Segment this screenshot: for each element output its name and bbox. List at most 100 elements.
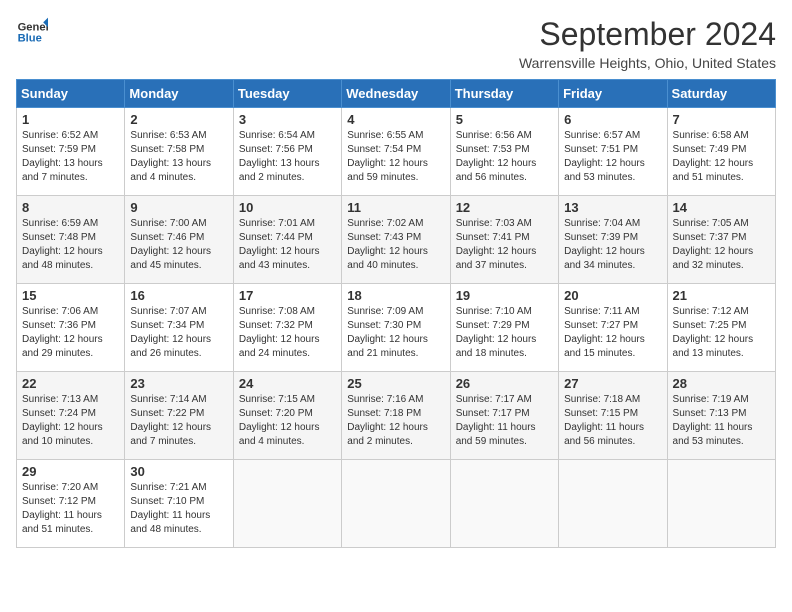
day-info: Sunrise: 6:53 AMSunset: 7:58 PMDaylight:… bbox=[130, 129, 227, 185]
calendar-cell bbox=[450, 460, 558, 548]
calendar-cell: 6 Sunrise: 6:57 AMSunset: 7:51 PMDaylight… bbox=[559, 108, 667, 196]
day-info: Sunrise: 7:17 AMSunset: 7:17 PMDaylight:… bbox=[456, 393, 553, 449]
day-info: Sunrise: 7:18 AMSunset: 7:15 PMDaylight:… bbox=[564, 393, 661, 449]
day-number: 26 bbox=[456, 376, 553, 391]
day-info: Sunrise: 7:21 AMSunset: 7:10 PMDaylight:… bbox=[130, 481, 227, 537]
calendar-table: SundayMondayTuesdayWednesdayThursdayFrid… bbox=[16, 79, 776, 548]
day-number: 7 bbox=[673, 112, 770, 127]
logo: General Blue bbox=[16, 16, 48, 48]
day-info: Sunrise: 7:16 AMSunset: 7:18 PMDaylight:… bbox=[347, 393, 444, 449]
day-number: 29 bbox=[22, 464, 119, 479]
day-info: Sunrise: 6:55 AMSunset: 7:54 PMDaylight:… bbox=[347, 129, 444, 185]
calendar-week-row: 22 Sunrise: 7:13 AMSunset: 7:24 PMDayligh… bbox=[17, 372, 776, 460]
calendar-cell: 30 Sunrise: 7:21 AMSunset: 7:10 PMDayligh… bbox=[125, 460, 233, 548]
calendar-cell: 16 Sunrise: 7:07 AMSunset: 7:34 PMDayligh… bbox=[125, 284, 233, 372]
calendar-week-row: 8 Sunrise: 6:59 AMSunset: 7:48 PMDaylight… bbox=[17, 196, 776, 284]
location-title: Warrensville Heights, Ohio, United State… bbox=[519, 55, 776, 71]
day-info: Sunrise: 7:19 AMSunset: 7:13 PMDaylight:… bbox=[673, 393, 770, 449]
logo-icon: General Blue bbox=[16, 16, 48, 48]
calendar-cell: 18 Sunrise: 7:09 AMSunset: 7:30 PMDayligh… bbox=[342, 284, 450, 372]
calendar-cell: 8 Sunrise: 6:59 AMSunset: 7:48 PMDaylight… bbox=[17, 196, 125, 284]
calendar-cell: 26 Sunrise: 7:17 AMSunset: 7:17 PMDayligh… bbox=[450, 372, 558, 460]
calendar-cell: 29 Sunrise: 7:20 AMSunset: 7:12 PMDayligh… bbox=[17, 460, 125, 548]
day-number: 28 bbox=[673, 376, 770, 391]
calendar-cell: 11 Sunrise: 7:02 AMSunset: 7:43 PMDayligh… bbox=[342, 196, 450, 284]
day-number: 14 bbox=[673, 200, 770, 215]
day-info: Sunrise: 7:10 AMSunset: 7:29 PMDaylight:… bbox=[456, 305, 553, 361]
calendar-week-row: 1 Sunrise: 6:52 AMSunset: 7:59 PMDaylight… bbox=[17, 108, 776, 196]
day-info: Sunrise: 7:00 AMSunset: 7:46 PMDaylight:… bbox=[130, 217, 227, 273]
day-number: 11 bbox=[347, 200, 444, 215]
day-number: 5 bbox=[456, 112, 553, 127]
day-number: 13 bbox=[564, 200, 661, 215]
calendar-cell: 25 Sunrise: 7:16 AMSunset: 7:18 PMDayligh… bbox=[342, 372, 450, 460]
title-area: September 2024 Warrensville Heights, Ohi… bbox=[519, 16, 776, 71]
calendar-cell: 15 Sunrise: 7:06 AMSunset: 7:36 PMDayligh… bbox=[17, 284, 125, 372]
svg-text:Blue: Blue bbox=[18, 33, 42, 45]
day-info: Sunrise: 6:59 AMSunset: 7:48 PMDaylight:… bbox=[22, 217, 119, 273]
day-info: Sunrise: 6:56 AMSunset: 7:53 PMDaylight:… bbox=[456, 129, 553, 185]
day-info: Sunrise: 7:08 AMSunset: 7:32 PMDaylight:… bbox=[239, 305, 336, 361]
day-number: 4 bbox=[347, 112, 444, 127]
calendar-cell: 21Sunrise: 7:12 AMSunset: 7:25 PMDayligh… bbox=[667, 284, 775, 372]
calendar-cell bbox=[233, 460, 341, 548]
day-info: Sunrise: 7:09 AMSunset: 7:30 PMDaylight:… bbox=[347, 305, 444, 361]
calendar-cell: 24Sunrise: 7:15 AMSunset: 7:20 PMDayligh… bbox=[233, 372, 341, 460]
calendar-cell: 12Sunrise: 7:03 AMSunset: 7:41 PMDayligh… bbox=[450, 196, 558, 284]
day-number: 6 bbox=[564, 112, 661, 127]
day-number: 23 bbox=[130, 376, 227, 391]
day-info: Sunrise: 7:02 AMSunset: 7:43 PMDaylight:… bbox=[347, 217, 444, 273]
calendar-week-row: 29 Sunrise: 7:20 AMSunset: 7:12 PMDayligh… bbox=[17, 460, 776, 548]
day-number: 17 bbox=[239, 288, 336, 303]
day-number: 8 bbox=[22, 200, 119, 215]
calendar-cell: 23 Sunrise: 7:14 AMSunset: 7:22 PMDayligh… bbox=[125, 372, 233, 460]
day-info: Sunrise: 7:14 AMSunset: 7:22 PMDaylight:… bbox=[130, 393, 227, 449]
calendar-cell: 13Sunrise: 7:04 AMSunset: 7:39 PMDayligh… bbox=[559, 196, 667, 284]
day-info: Sunrise: 7:07 AMSunset: 7:34 PMDaylight:… bbox=[130, 305, 227, 361]
calendar-cell: 10Sunrise: 7:01 AMSunset: 7:44 PMDayligh… bbox=[233, 196, 341, 284]
calendar-cell: 7Sunrise: 6:58 AMSunset: 7:49 PMDaylight… bbox=[667, 108, 775, 196]
calendar-cell: 19Sunrise: 7:10 AMSunset: 7:29 PMDayligh… bbox=[450, 284, 558, 372]
day-info: Sunrise: 7:12 AMSunset: 7:25 PMDaylight:… bbox=[673, 305, 770, 361]
day-info: Sunrise: 7:13 AMSunset: 7:24 PMDaylight:… bbox=[22, 393, 119, 449]
calendar-cell: 14 Sunrise: 7:05 AMSunset: 7:37 PMDayligh… bbox=[667, 196, 775, 284]
calendar-cell: 27 Sunrise: 7:18 AMSunset: 7:15 PMDayligh… bbox=[559, 372, 667, 460]
calendar-cell: 1 Sunrise: 6:52 AMSunset: 7:59 PMDaylight… bbox=[17, 108, 125, 196]
header-row: SundayMondayTuesdayWednesdayThursdayFrid… bbox=[17, 80, 776, 108]
day-number: 25 bbox=[347, 376, 444, 391]
day-number: 2 bbox=[130, 112, 227, 127]
calendar-cell: 5 Sunrise: 6:56 AMSunset: 7:53 PMDaylight… bbox=[450, 108, 558, 196]
day-info: Sunrise: 7:03 AMSunset: 7:41 PMDaylight:… bbox=[456, 217, 553, 273]
day-number: 10 bbox=[239, 200, 336, 215]
svg-text:General: General bbox=[18, 21, 48, 33]
month-title: September 2024 bbox=[519, 16, 776, 53]
day-info: Sunrise: 7:06 AMSunset: 7:36 PMDaylight:… bbox=[22, 305, 119, 361]
day-header-tuesday: Tuesday bbox=[233, 80, 341, 108]
day-number: 16 bbox=[130, 288, 227, 303]
day-info: Sunrise: 7:20 AMSunset: 7:12 PMDaylight:… bbox=[22, 481, 119, 537]
day-info: Sunrise: 6:52 AMSunset: 7:59 PMDaylight:… bbox=[22, 129, 119, 185]
page-header: General Blue September 2024 Warrensville… bbox=[16, 16, 776, 71]
day-header-thursday: Thursday bbox=[450, 80, 558, 108]
calendar-cell: 9 Sunrise: 7:00 AMSunset: 7:46 PMDaylight… bbox=[125, 196, 233, 284]
day-number: 30 bbox=[130, 464, 227, 479]
day-info: Sunrise: 7:11 AMSunset: 7:27 PMDaylight:… bbox=[564, 305, 661, 361]
day-header-saturday: Saturday bbox=[667, 80, 775, 108]
day-number: 27 bbox=[564, 376, 661, 391]
day-info: Sunrise: 7:05 AMSunset: 7:37 PMDaylight:… bbox=[673, 217, 770, 273]
calendar-cell: 17 Sunrise: 7:08 AMSunset: 7:32 PMDayligh… bbox=[233, 284, 341, 372]
day-number: 9 bbox=[130, 200, 227, 215]
day-number: 15 bbox=[22, 288, 119, 303]
calendar-cell: 20 Sunrise: 7:11 AMSunset: 7:27 PMDayligh… bbox=[559, 284, 667, 372]
day-number: 18 bbox=[347, 288, 444, 303]
day-header-friday: Friday bbox=[559, 80, 667, 108]
day-number: 20 bbox=[564, 288, 661, 303]
day-number: 22 bbox=[22, 376, 119, 391]
calendar-cell: 4 Sunrise: 6:55 AMSunset: 7:54 PMDaylight… bbox=[342, 108, 450, 196]
day-header-monday: Monday bbox=[125, 80, 233, 108]
day-info: Sunrise: 6:57 AMSunset: 7:51 PMDaylight:… bbox=[564, 129, 661, 185]
day-info: Sunrise: 7:15 AMSunset: 7:20 PMDaylight:… bbox=[239, 393, 336, 449]
day-info: Sunrise: 6:54 AMSunset: 7:56 PMDaylight:… bbox=[239, 129, 336, 185]
calendar-cell bbox=[559, 460, 667, 548]
day-number: 1 bbox=[22, 112, 119, 127]
